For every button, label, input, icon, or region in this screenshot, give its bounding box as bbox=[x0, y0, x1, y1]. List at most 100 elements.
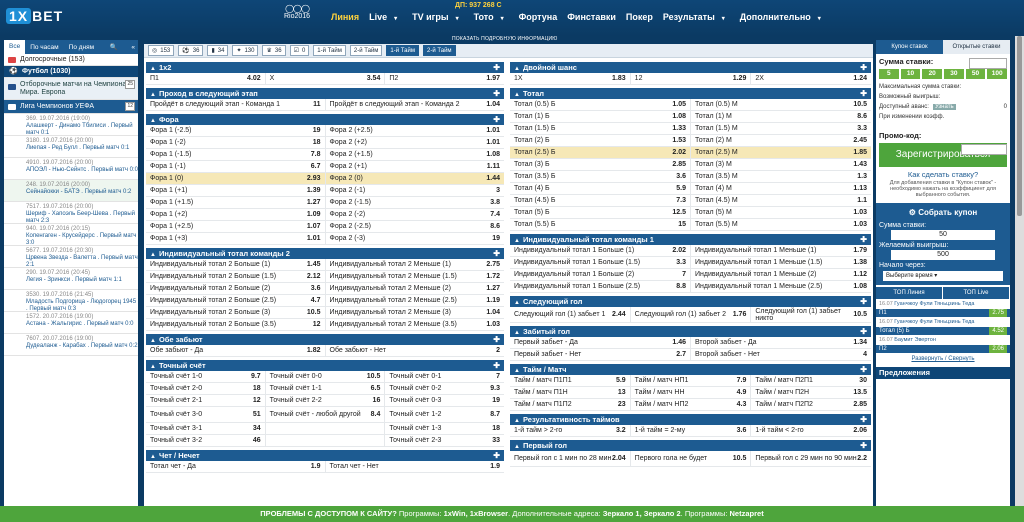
filter-chip[interactable]: ♛ 36 bbox=[262, 45, 286, 56]
odds-cell[interactable]: Индивидуальный тотал 1 Меньше (1.5) 1.38 bbox=[691, 257, 871, 268]
odds-cell[interactable]: Тайм / матч НН 4.9 bbox=[631, 387, 752, 398]
filter-chip[interactable]: ◎ 153 bbox=[148, 45, 175, 56]
market-header[interactable]: ▲ Обе забьют ✚ bbox=[146, 334, 504, 345]
plus-icon[interactable]: ✚ bbox=[860, 326, 867, 337]
tab-open-bets[interactable]: Открытые ставки bbox=[943, 40, 1010, 54]
market-header[interactable]: ▲ Тайм / Матч ✚ bbox=[510, 364, 871, 375]
odds-cell[interactable]: Точный счёт 1-1 6.5 bbox=[266, 383, 386, 394]
filter-chip[interactable]: 2-й Тайм bbox=[422, 45, 456, 56]
filter-chip[interactable]: 1-й Тайм bbox=[386, 45, 419, 56]
collapse-icon[interactable]: ▲ bbox=[514, 330, 520, 336]
collapse-icon[interactable]: ▲ bbox=[514, 368, 520, 374]
collapse-icon[interactable]: ▲ bbox=[514, 66, 520, 72]
netzapret-link[interactable]: Netzapret bbox=[730, 509, 764, 518]
odds-cell[interactable]: X 3.54 bbox=[266, 73, 386, 84]
offers-header[interactable]: Предложения bbox=[876, 367, 1010, 379]
odds-cell[interactable]: Тайм / матч П2Н 13.5 bbox=[751, 387, 871, 398]
top-bet-row[interactable]: П2 2.06 bbox=[876, 345, 1010, 353]
odds-cell[interactable]: Тотал (0.5) Б 1.05 bbox=[510, 99, 691, 110]
odds-cell[interactable]: Точный счёт 0-3 19 bbox=[385, 395, 504, 406]
odds-cell[interactable]: Точный счёт 3-1 34 bbox=[146, 423, 266, 434]
plus-icon[interactable]: ✚ bbox=[860, 414, 867, 425]
plus-icon[interactable]: ✚ bbox=[493, 450, 500, 461]
search-icon[interactable]: 🔍 bbox=[107, 43, 121, 51]
odds-cell[interactable]: Тотал (5) Б 12.5 bbox=[510, 207, 691, 218]
odds-cell[interactable]: Точный счёт 3-2 46 bbox=[146, 435, 266, 446]
collapse-icon[interactable]: ▲ bbox=[514, 444, 520, 450]
odds-cell[interactable]: Фора 1 (-2) 18 bbox=[146, 137, 326, 148]
odds-cell[interactable]: Фора 1 (-1) 6.7 bbox=[146, 161, 326, 172]
market-header[interactable]: ▲ Двойной шанс ✚ bbox=[510, 62, 871, 73]
filter-chip[interactable]: 2-й Тайм bbox=[349, 45, 383, 56]
odds-cell[interactable]: Тотал чет - Нет 1.9 bbox=[326, 461, 505, 472]
tab-all[interactable]: Все bbox=[4, 40, 26, 54]
show-info-link[interactable]: ПОКАЗАТЬ ПОДРОБНУЮ ИНФОРМАЦИЮ bbox=[452, 36, 558, 42]
odds-cell[interactable]: Точный счёт 0-1 7 bbox=[385, 371, 504, 382]
logo[interactable]: 1X BET bbox=[6, 8, 63, 26]
odds-cell[interactable]: Фора 2 (+1) 1.11 bbox=[326, 161, 505, 172]
odds-cell[interactable]: Второй забьет - Нет 4 bbox=[691, 349, 871, 360]
market-header[interactable]: ▲ Проход в следующий этап ✚ bbox=[146, 88, 504, 99]
odds-cell[interactable]: Индивидуальный тотал 2 Меньше (2) 1.27 bbox=[326, 283, 505, 294]
odds-cell[interactable]: Индивидуальный тотал 1 Меньше (2) 1.12 bbox=[691, 269, 871, 280]
odds-cell[interactable]: Тотал (3.5) Б 3.6 bbox=[510, 171, 691, 182]
plus-icon[interactable]: ✚ bbox=[493, 334, 500, 345]
collapse-icon[interactable]: ▲ bbox=[514, 418, 520, 424]
odds-cell[interactable]: Тотал (4.5) Б 7.3 bbox=[510, 195, 691, 206]
coupon-stake-input[interactable]: 50 bbox=[891, 230, 995, 240]
nav-item-3[interactable]: Тото ▾ bbox=[469, 12, 514, 22]
odds-cell[interactable]: Следующий гол (1) забьет никто 10.5 bbox=[751, 307, 871, 322]
odds-cell[interactable]: Тотал (4.5) М 1.1 bbox=[691, 195, 871, 206]
odds-cell[interactable]: Фора 1 (+1) 1.39 bbox=[146, 185, 326, 196]
odds-cell[interactable]: Точный счёт 2-3 33 bbox=[385, 435, 504, 446]
odds-cell[interactable]: Индивидуальный тотал 1 Меньше (1) 1.79 bbox=[691, 245, 871, 256]
programs-link[interactable]: 1xWin, 1xBrowser bbox=[444, 509, 509, 518]
collapse-icon[interactable]: ▲ bbox=[150, 92, 156, 98]
odds-cell[interactable]: Точный счёт 2-1 12 bbox=[146, 395, 266, 406]
list-item[interactable]: 1572. 20.07.2016 (19:00) Астана - Жальгир… bbox=[4, 312, 138, 334]
odds-cell[interactable]: Тайм / матч П1Н 13 bbox=[510, 387, 631, 398]
odds-cell[interactable]: Обе забьют - Да 1.82 bbox=[146, 345, 326, 356]
expand-collapse-link[interactable]: Развернуть / Свернуть bbox=[876, 356, 1010, 362]
nav-item-8[interactable]: Дополнительно ▾ bbox=[735, 12, 831, 22]
plus-icon[interactable]: ✚ bbox=[860, 364, 867, 375]
odds-cell[interactable]: Индивидуальный тотал 1 Меньше (2.5) 1.08 bbox=[691, 281, 871, 292]
market-header[interactable]: ▲ Чет / Нечет ✚ bbox=[146, 450, 504, 461]
how-to-bet-link[interactable]: Как сделать ставку? bbox=[876, 170, 1010, 179]
odds-cell[interactable]: Обе забьют - Нет 2 bbox=[326, 345, 505, 356]
odds-cell[interactable]: Индивидуальный тотал 2 Меньше (1) 2.75 bbox=[326, 259, 505, 270]
market-header[interactable]: ▲ Забитый гол ✚ bbox=[510, 326, 871, 337]
list-item[interactable]: 7607. 20.07.2016 (19:00) Дудеаланж - Кара… bbox=[4, 334, 138, 356]
list-item[interactable]: 369. 19.07.2016 (19:00) Алашкерт - Динамо… bbox=[4, 114, 138, 136]
collapse-icon[interactable]: ▲ bbox=[150, 338, 156, 344]
collapse-icon[interactable]: « bbox=[128, 44, 138, 51]
odds-cell[interactable]: Следующий гол (1) забьет 2 1.76 bbox=[631, 307, 752, 322]
odds-cell[interactable]: Индивидуальный тотал 2 Больше (1.5) 2.12 bbox=[146, 271, 326, 282]
tab-by-day[interactable]: По дням bbox=[64, 44, 99, 51]
sidebar-item-wc-qual[interactable]: Отборочные матчи на Чемпионат Мира. Евро… bbox=[4, 78, 138, 100]
collapse-icon[interactable]: ▲ bbox=[514, 300, 520, 306]
nav-item-5[interactable]: Финставки bbox=[562, 12, 621, 22]
market-header[interactable]: ▲ Первый гол ✚ bbox=[510, 440, 871, 451]
odds-cell[interactable]: 1-й тайм = 2-му 3.6 bbox=[631, 425, 752, 436]
odds-cell[interactable]: Тотал (5.5) Б 15 bbox=[510, 219, 691, 230]
nav-item-1[interactable]: Live ▾ bbox=[364, 12, 407, 22]
coupon-time-select[interactable]: Выберите время ▾ bbox=[883, 271, 1003, 281]
top-event[interactable]: 16.07 Баумит Эвертон bbox=[876, 335, 1010, 345]
market-header[interactable]: ▲ Точный счёт ✚ bbox=[146, 360, 504, 371]
odds-cell[interactable]: Точный счёт 2-0 18 bbox=[146, 383, 266, 394]
market-header[interactable]: ▲ Результативность таймов ✚ bbox=[510, 414, 871, 425]
odds-cell[interactable]: Тотал (2) Б 1.53 bbox=[510, 135, 691, 146]
odds-cell[interactable]: Первый забьет - Да 1.46 bbox=[510, 337, 691, 348]
plus-icon[interactable]: ✚ bbox=[493, 360, 500, 371]
odds-cell[interactable]: Тотал чет - Да 1.9 bbox=[146, 461, 326, 472]
odds-cell[interactable]: Тотал (2) М 2.45 bbox=[691, 135, 871, 146]
stake-input[interactable] bbox=[969, 58, 1007, 69]
list-item[interactable]: 3530. 19.07.2016 (21:45) Младость Подгори… bbox=[4, 290, 138, 312]
market-header[interactable]: ▲ Индивидуальный тотал команды 2 ✚ bbox=[146, 248, 504, 259]
odds-cell[interactable]: Фора 2 (-3) 19 bbox=[326, 233, 505, 244]
odds-cell[interactable]: Тайм / матч П2П2 2.85 bbox=[751, 399, 871, 410]
odds-cell[interactable]: П2 1.97 bbox=[385, 73, 504, 84]
odds-cell[interactable]: Тотал (3.5) М 1.3 bbox=[691, 171, 871, 182]
odds-cell[interactable]: Индивидуальный тотал 2 Меньше (3) 1.04 bbox=[326, 307, 505, 318]
